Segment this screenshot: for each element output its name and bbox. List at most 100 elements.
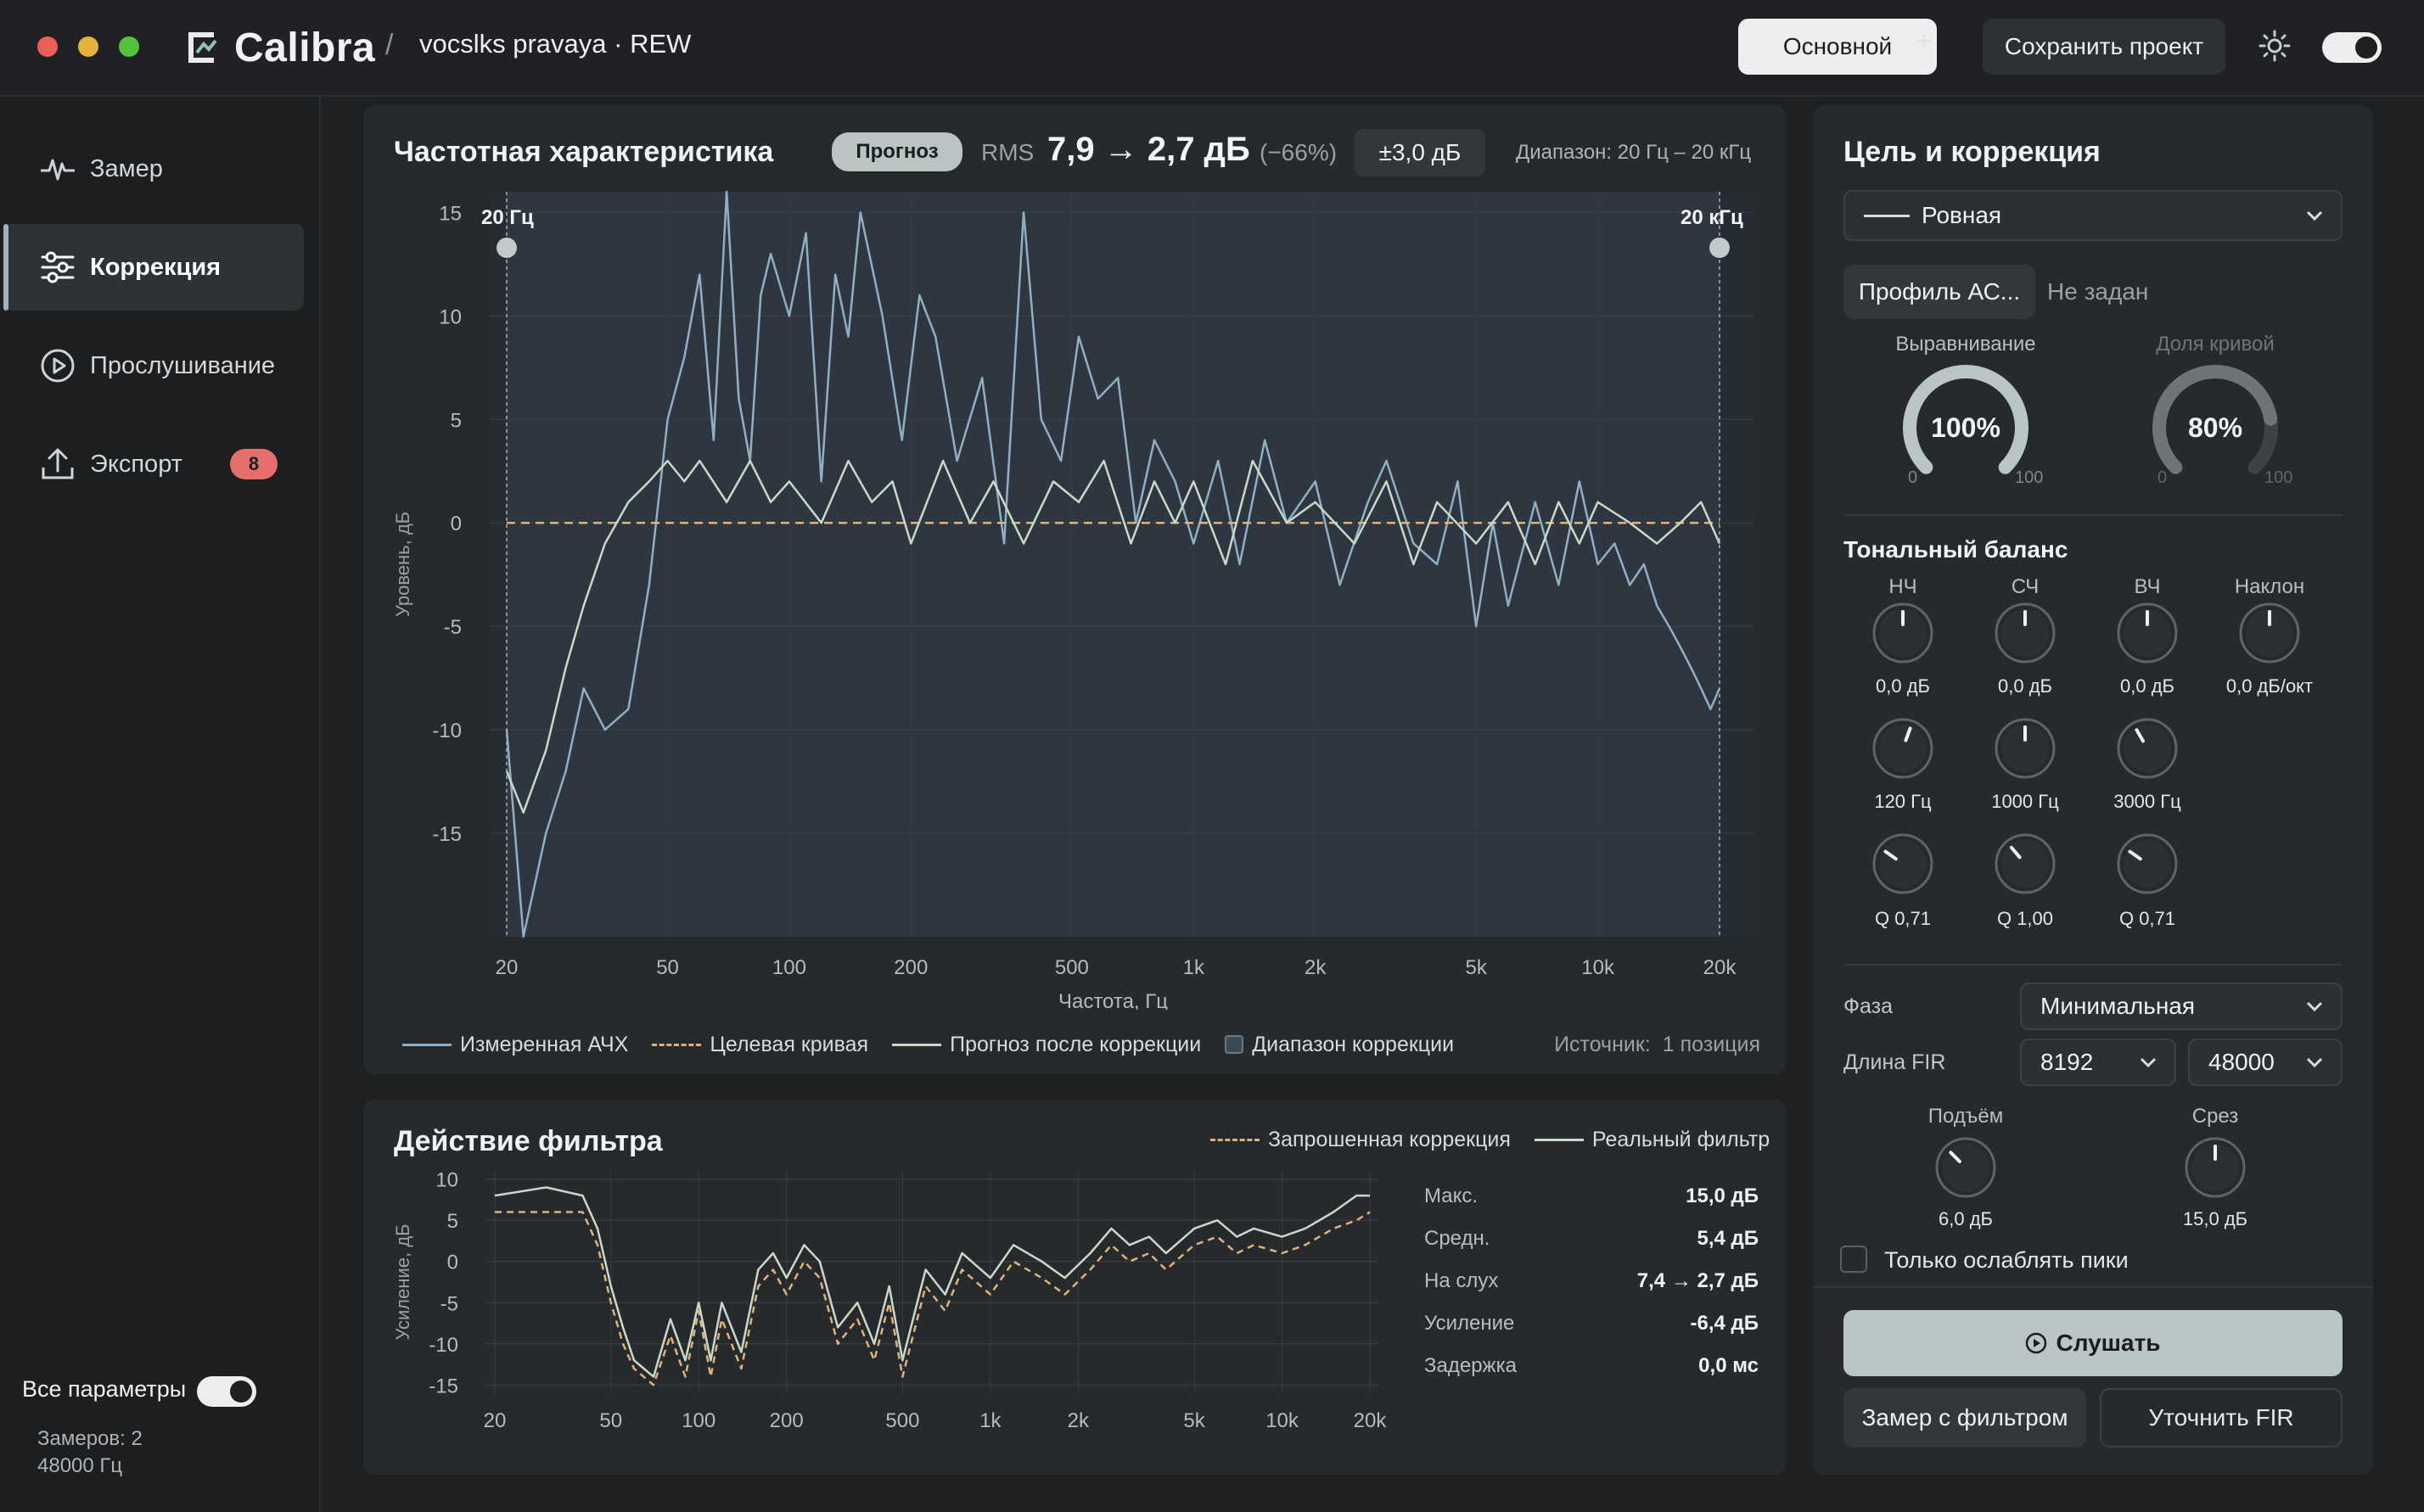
x-tick-label: 200 xyxy=(770,1409,804,1432)
app-brand: Calibra xyxy=(187,20,375,75)
add-profile-button[interactable]: + xyxy=(1915,25,1933,59)
y-tick-label: 5 xyxy=(451,409,462,432)
measure-with-filter-button[interactable]: Замер с фильтром xyxy=(1843,1388,2086,1448)
phase-select[interactable]: Минимальная xyxy=(2020,983,2343,1030)
fir-rate-select[interactable]: 48000 xyxy=(2188,1039,2343,1086)
x-tick-label: 2k xyxy=(1305,956,1327,979)
sample-rate: 48000 Гц xyxy=(37,1454,123,1477)
tonal-q-knob[interactable] xyxy=(1869,830,1937,898)
legend-real: Реальный фильтр xyxy=(1591,1127,1770,1151)
filter-action-chart[interactable]: 1050-5-10-1520 50 100 200 500 1k 2k 5k 10k 20kУси… xyxy=(373,1171,1400,1468)
project-name[interactable]: vocslks pravaya · REW xyxy=(419,29,691,59)
tonal-freq-value: 1000 Гц xyxy=(1991,791,2059,812)
stat-value: -6,4 дБ xyxy=(1690,1312,1759,1335)
export-count-badge: 8 xyxy=(229,449,278,479)
sidebar-item-correction[interactable]: Коррекция xyxy=(3,224,304,311)
filter-stats: Макс. 15,0 дБ Средн. 5,4 дБ На слух 7,4 → 2… xyxy=(1424,1184,1759,1397)
x-tick-label: 20 xyxy=(496,956,519,979)
divider xyxy=(1843,964,2343,966)
knob-body xyxy=(1942,1144,1989,1191)
speaker-profile-button[interactable]: Профиль АС... xyxy=(1843,265,2035,319)
tonal-freq-knob[interactable] xyxy=(2113,714,2181,782)
x-tick-label: 1k xyxy=(1183,956,1205,979)
zoom-window-button[interactable] xyxy=(119,36,139,57)
tonal-q-knob[interactable] xyxy=(1991,830,2059,898)
cut-knob[interactable] xyxy=(2181,1134,2249,1201)
rise-knob[interactable] xyxy=(1932,1134,2000,1201)
target-curve-select[interactable]: Ровная xyxy=(1843,190,2343,241)
y-axis-label: Уровень, дБ xyxy=(392,512,413,617)
phase-value: Минимальная xyxy=(2040,993,2196,1019)
dial-align-label: Выравнивание xyxy=(1895,333,2036,356)
rms-label: RMS xyxy=(981,139,1035,165)
all-params-toggle[interactable] xyxy=(197,1376,256,1407)
tonal-gain-value: 0,0 дБ xyxy=(2120,675,2174,697)
x-tick-label: 1k xyxy=(979,1409,1002,1432)
range-text: Диапазон: 20 Гц – 20 кГц xyxy=(1516,141,1752,164)
sidebar-item-label: Замер xyxy=(90,154,163,182)
cut-only-checkbox[interactable] xyxy=(1840,1246,1867,1273)
calibra-logo-icon xyxy=(188,32,217,63)
forecast-pill[interactable]: Прогноз xyxy=(832,132,962,171)
dial-align-min: 0 xyxy=(1908,468,1918,487)
stat-label: Задержка xyxy=(1424,1354,1517,1377)
range-marker-low-label: 20 Гц xyxy=(481,206,534,229)
target-correction-title: Цель и коррекция xyxy=(1843,136,2101,168)
stat-row: Задержка 0,0 мс xyxy=(1424,1354,1759,1397)
cut-label: Срез xyxy=(2191,1105,2239,1128)
waveform-icon xyxy=(41,159,75,181)
dial-share-value: 80% xyxy=(2187,412,2243,443)
knob-body xyxy=(2124,725,2171,772)
main-profile-button[interactable]: Основной xyxy=(1738,19,1937,75)
freq-legend: Измеренная АЧХ Целевая кривая Прогноз по… xyxy=(402,1030,1760,1059)
x-tick-label: 20k xyxy=(1354,1409,1388,1432)
freq-response-chart[interactable]: 151050-5-10-1520 50 100 200 500 1k 2k 5k 10k 20kУ… xyxy=(373,187,1774,1010)
tonal-col-label: Наклон xyxy=(2234,575,2305,598)
tonal-gain-knob[interactable] xyxy=(1869,599,1937,667)
cut-value: 15,0 дБ xyxy=(2182,1208,2248,1229)
tonal-freq-knob[interactable] xyxy=(1991,714,2059,782)
x-tick-label: 100 xyxy=(772,956,806,979)
dial-share-label: Доля кривой xyxy=(2156,333,2275,356)
source-value[interactable]: 1 позиция xyxy=(1663,1033,1760,1057)
tonal-gain-knob[interactable] xyxy=(2236,599,2303,667)
tonal-col-label: СЧ xyxy=(2011,575,2040,598)
minimize-window-button[interactable] xyxy=(78,36,98,57)
stat-row: Усиление -6,4 дБ xyxy=(1424,1312,1759,1354)
tonal-gain-knob[interactable] xyxy=(2113,599,2181,667)
chevron-down-icon xyxy=(2306,1001,2323,1012)
sidebar-item-listen[interactable]: Прослушивание xyxy=(3,322,304,409)
listen-button-label: Слушать xyxy=(2056,1330,2161,1356)
sidebar-item-label: Коррекция xyxy=(90,253,222,281)
y-tick-label: 15 xyxy=(439,202,462,225)
fir-length-select[interactable]: 8192 xyxy=(2020,1039,2176,1086)
stat-row: Средн. 5,4 дБ xyxy=(1424,1227,1759,1269)
legend-target: Целевая кривая xyxy=(710,1032,869,1056)
plot-area xyxy=(486,1171,1378,1393)
theme-toggle[interactable] xyxy=(2322,32,2382,63)
rms-percent: (−66%) xyxy=(1260,139,1338,165)
app-name: Calibra xyxy=(234,25,376,70)
sidebar-item-label: Экспорт xyxy=(90,450,182,478)
listen-button[interactable]: Слушать xyxy=(1843,1310,2343,1376)
sidebar-item-measure[interactable]: Замер xyxy=(3,126,304,212)
close-window-button[interactable] xyxy=(37,36,58,57)
stat-value: 0,0 мс xyxy=(1698,1354,1759,1377)
x-tick-label: 20k xyxy=(1703,956,1737,979)
chevron-down-icon xyxy=(2306,1057,2323,1068)
tonal-freq-knob[interactable] xyxy=(1869,714,1937,782)
play-circle-icon xyxy=(41,349,75,383)
y-tick-label: -5 xyxy=(440,1292,458,1315)
sun-icon[interactable] xyxy=(2258,29,2292,63)
stat-row: Макс. 15,0 дБ xyxy=(1424,1184,1759,1227)
tonal-gain-knob[interactable] xyxy=(1991,599,2059,667)
legend-swatch-measured xyxy=(402,1043,452,1046)
legend-swatch-forecast xyxy=(892,1043,942,1046)
tolerance-chip[interactable]: ±3,0 дБ xyxy=(1355,129,1485,176)
sidebar-item-export[interactable]: Экспорт 8 xyxy=(3,421,304,507)
rise-value: 6,0 дБ xyxy=(1939,1208,1993,1229)
stat-label: Макс. xyxy=(1424,1184,1479,1207)
save-project-button[interactable]: Сохранить проект xyxy=(1983,19,2225,75)
tonal-q-knob[interactable] xyxy=(2113,830,2181,898)
refine-fir-button[interactable]: Уточнить FIR xyxy=(2100,1388,2343,1448)
